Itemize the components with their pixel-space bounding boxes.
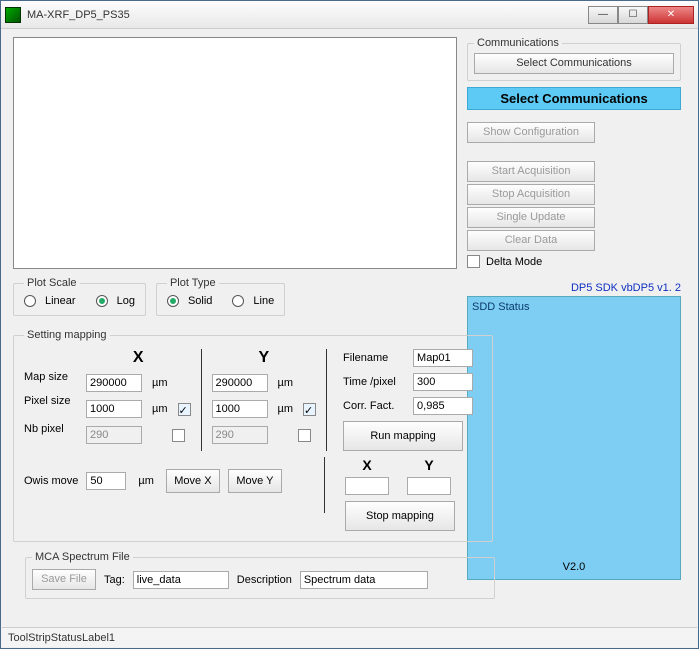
time-pixel-input[interactable] — [413, 373, 473, 391]
pixel-size-x-input[interactable] — [86, 400, 142, 418]
plot-type-line-radio[interactable] — [232, 295, 244, 307]
status-label: ToolStripStatusLabel1 — [8, 632, 115, 644]
app-icon — [5, 7, 21, 23]
sdd-version: V2.0 — [468, 561, 680, 573]
communications-legend: Communications — [474, 37, 562, 49]
plot-scale-linear-label: Linear — [45, 295, 76, 307]
map-size-x-input[interactable] — [86, 374, 142, 392]
stop-mapping-button[interactable]: Stop mapping — [345, 501, 455, 531]
description-label: Description — [237, 574, 292, 586]
time-pixel-label: Time /pixel — [343, 376, 407, 388]
clear-data-button[interactable]: Clear Data — [467, 230, 595, 251]
xy-divider-2 — [326, 349, 327, 451]
map-size-y-input[interactable] — [212, 374, 268, 392]
plot-type-legend: Plot Type — [167, 277, 219, 289]
plot-scale-linear-radio[interactable] — [24, 295, 36, 307]
plot-type-solid-label: Solid — [188, 295, 212, 307]
select-communications-highlight[interactable]: Select Communications — [467, 87, 681, 110]
plot-scale-log-radio[interactable] — [96, 295, 108, 307]
xy-divider-1 — [201, 349, 202, 451]
nb-pixel-x-check[interactable] — [172, 429, 185, 442]
minimize-button[interactable]: — — [588, 6, 618, 24]
plot-type-group: Plot Type Solid Line — [156, 277, 285, 316]
corr-fact-input[interactable] — [413, 397, 473, 415]
communications-group: Communications Select Communications — [467, 37, 681, 81]
description-input[interactable] — [300, 571, 428, 589]
plot-canvas — [13, 37, 457, 269]
show-configuration-button[interactable]: Show Configuration — [467, 122, 595, 143]
y-header: Y — [212, 349, 317, 367]
delta-mode-label: Delta Mode — [486, 256, 542, 268]
nb-pixel-y-input — [212, 426, 268, 444]
pos-y-input[interactable] — [407, 477, 451, 495]
sdk-version-label: DP5 SDK vbDP5 v1. 2 — [467, 282, 681, 294]
plot-type-line-label: Line — [253, 295, 274, 307]
plot-scale-group: Plot Scale Linear Log — [13, 277, 146, 316]
window-title: MA-XRF_DP5_PS35 — [27, 9, 588, 21]
move-y-button[interactable]: Move Y — [228, 469, 282, 493]
nb-pixel-y-check[interactable] — [298, 429, 311, 442]
pixel-size-label: Pixel size — [24, 395, 80, 407]
tag-input[interactable] — [133, 571, 229, 589]
owis-divider — [324, 457, 325, 513]
mca-spectrum-legend: MCA Spectrum File — [32, 551, 133, 563]
mca-spectrum-group: MCA Spectrum File Save File Tag: Descrip… — [25, 551, 495, 599]
delta-mode-checkbox[interactable] — [467, 255, 480, 268]
single-update-button[interactable]: Single Update — [467, 207, 595, 228]
setting-mapping-legend: Setting mapping — [24, 329, 110, 341]
nb-pixel-x-input — [86, 426, 142, 444]
status-bar: ToolStripStatusLabel1 — [2, 627, 697, 647]
select-communications-button[interactable]: Select Communications — [474, 53, 674, 74]
sdd-status-legend: SDD Status — [472, 301, 676, 313]
sdd-status-panel: SDD Status V2.0 — [467, 296, 681, 580]
pos-x-label: X — [345, 457, 389, 473]
plot-type-solid-radio[interactable] — [167, 295, 179, 307]
pos-x-input[interactable] — [345, 477, 389, 495]
move-x-button[interactable]: Move X — [166, 469, 220, 493]
nb-pixel-label: Nb pixel — [24, 423, 80, 435]
plot-scale-log-label: Log — [117, 295, 135, 307]
pos-y-label: Y — [407, 457, 451, 473]
stop-acquisition-button[interactable]: Stop Acquisition — [467, 184, 595, 205]
pixel-size-y-check[interactable]: ✓ — [303, 403, 316, 416]
plot-scale-legend: Plot Scale — [24, 277, 80, 289]
corr-fact-label: Corr. Fact. — [343, 400, 407, 412]
titlebar: MA-XRF_DP5_PS35 — ☐ ✕ — [1, 1, 698, 29]
owis-move-input[interactable] — [86, 472, 126, 490]
app-window: MA-XRF_DP5_PS35 — ☐ ✕ Communications Sel… — [0, 0, 699, 649]
run-mapping-button[interactable]: Run mapping — [343, 421, 463, 451]
owis-move-label: Owis move — [24, 475, 78, 487]
tag-label: Tag: — [104, 574, 125, 586]
map-size-label: Map size — [24, 371, 80, 383]
pixel-size-y-input[interactable] — [212, 400, 268, 418]
filename-input[interactable] — [413, 349, 473, 367]
start-acquisition-button[interactable]: Start Acquisition — [467, 161, 595, 182]
pixel-size-x-check[interactable]: ✓ — [178, 403, 191, 416]
setting-mapping-group: Setting mapping Map size Pixel size Nb p… — [13, 329, 493, 542]
close-button[interactable]: ✕ — [648, 6, 694, 24]
filename-label: Filename — [343, 352, 407, 364]
maximize-button[interactable]: ☐ — [618, 6, 648, 24]
x-header: X — [86, 349, 191, 367]
save-file-button[interactable]: Save File — [32, 569, 96, 590]
